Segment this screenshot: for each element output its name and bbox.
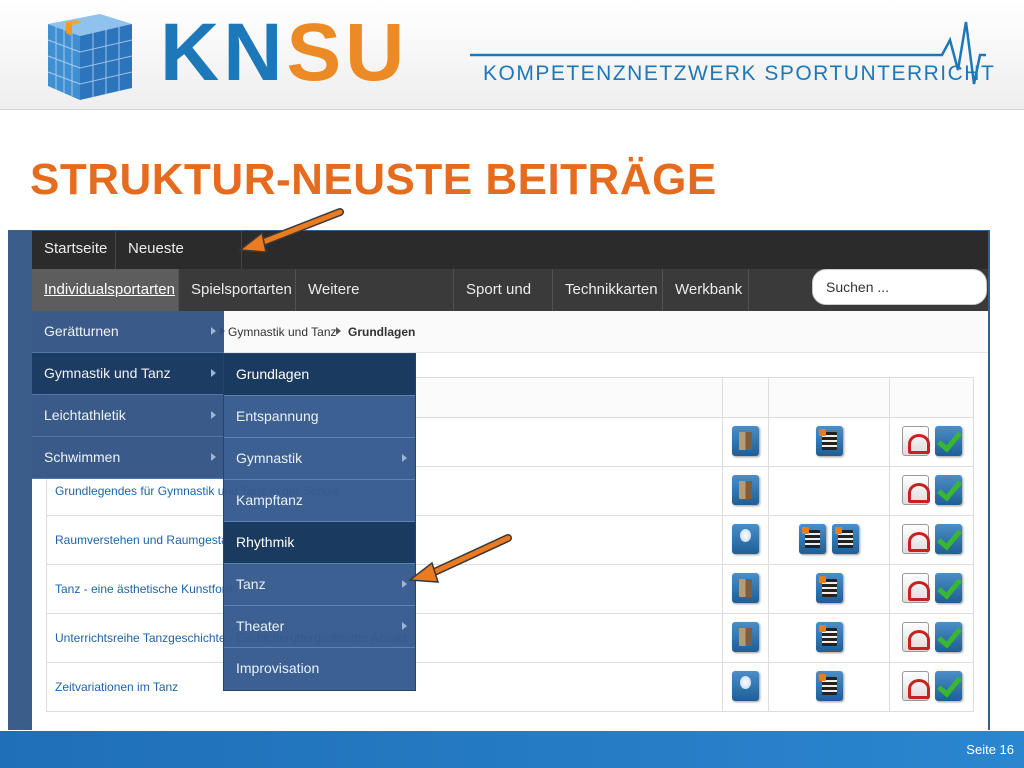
menu-item-label: Gerätturnen <box>44 323 119 339</box>
submenu-item-label: Rhythmik <box>236 534 295 550</box>
nav-startseite[interactable]: Startseite <box>32 231 116 269</box>
nav-spielsportarten[interactable]: Spielsportarten <box>179 269 296 311</box>
knsu-wordmark: KNSU <box>160 12 408 94</box>
caret-right-icon <box>211 327 216 335</box>
menu-item-gymnastik-und-tanz[interactable]: Gymnastik und Tanz <box>32 353 224 395</box>
material-box-icon[interactable] <box>732 573 759 603</box>
caret-right-icon <box>211 453 216 461</box>
submenu-item-kampftanz[interactable]: Kampftanz <box>224 480 415 522</box>
nav-individualsportarten[interactable]: Individualsportarten <box>32 269 179 311</box>
pdf-icon[interactable] <box>902 524 930 554</box>
menu-item-label: Leichtathletik <box>44 407 126 423</box>
caret-right-icon <box>402 454 407 462</box>
wordmark-kn: KN <box>160 7 287 98</box>
pdf-icon[interactable] <box>902 573 930 603</box>
video-icon[interactable] <box>816 573 843 603</box>
slide: KNSU KOMPETENZNETZWERK SPORTUNTERRICHT S… <box>0 0 1024 768</box>
submenu-item-label: Improvisation <box>236 660 320 676</box>
menu-item-label: Schwimmen <box>44 449 121 465</box>
breadcrumb-separator-icon <box>336 327 341 335</box>
slide-footer: Seite 16 <box>0 731 1024 768</box>
wordmark-su: SU <box>286 7 409 98</box>
knsu-tagline: KOMPETENZNETZWERK SPORTUNTERRICHT <box>483 62 996 85</box>
pdf-icon[interactable] <box>902 426 930 456</box>
nav-weitere-sportbereiche[interactable]: Weitere Sportbereiche <box>296 269 454 340</box>
menu-item-label: Gymnastik und Tanz <box>44 365 171 381</box>
caret-right-icon <box>211 411 216 419</box>
pdf-icon[interactable] <box>902 671 930 701</box>
column-divider <box>889 377 890 712</box>
dropdown-individualsportarten: Gerätturnen Gymnastik und Tanz Leichtath… <box>32 311 224 479</box>
pdf-icon[interactable] <box>902 475 930 505</box>
check-icon[interactable] <box>935 573 962 603</box>
column-divider <box>768 377 769 712</box>
row-title[interactable]: Zeitvariationen im Tanz <box>55 680 178 694</box>
video-icon[interactable] <box>816 426 843 456</box>
breadcrumb-item[interactable]: Gymnastik und Tanz <box>228 325 337 339</box>
search-input[interactable]: Suchen ... <box>812 269 987 305</box>
video-icon[interactable] <box>816 622 843 652</box>
row-title[interactable]: Tanz - eine ästhetische Kunstform <box>55 582 236 596</box>
knsu-cube-logo-icon <box>47 14 133 100</box>
submenu-item-improvisation[interactable]: Improvisation <box>224 648 415 690</box>
breadcrumb-current: Grundlagen <box>348 325 416 339</box>
submenu-item-grundlagen[interactable]: Grundlagen <box>224 354 415 396</box>
check-icon[interactable] <box>935 475 962 505</box>
column-divider <box>722 377 723 712</box>
video-icon[interactable] <box>816 671 843 701</box>
menu-item-schwimmen[interactable]: Schwimmen <box>32 437 224 479</box>
caret-right-icon <box>211 369 216 377</box>
submenu-item-rhythmik[interactable]: Rhythmik <box>224 522 415 564</box>
slide-header: KNSU KOMPETENZNETZWERK SPORTUNTERRICHT <box>0 0 1024 110</box>
dropdown-gymnastik-und-tanz: Grundlagen Entspannung Gymnastik Kampfta… <box>223 353 416 691</box>
material-box-icon[interactable] <box>732 426 759 456</box>
check-icon[interactable] <box>935 622 962 652</box>
menu-item-leichtathletik[interactable]: Leichtathletik <box>32 395 224 437</box>
submenu-item-label: Kampftanz <box>236 492 303 508</box>
submenu-item-entspannung[interactable]: Entspannung <box>224 396 415 438</box>
pdf-icon[interactable] <box>902 622 930 652</box>
material-box-icon[interactable] <box>732 622 759 652</box>
submenu-item-gymnastik[interactable]: Gymnastik <box>224 438 415 480</box>
check-icon[interactable] <box>935 671 962 701</box>
caret-right-icon <box>402 622 407 630</box>
submenu-item-label: Gymnastik <box>236 450 303 466</box>
check-icon[interactable] <box>935 426 962 456</box>
submenu-item-label: Tanz <box>236 576 266 592</box>
submenu-item-label: Theater <box>236 618 285 634</box>
nav-neueste-beitraege[interactable]: Neueste Beiträge <box>116 231 242 293</box>
idea-bulb-icon[interactable] <box>732 524 759 554</box>
top-nav-bar: Startseite Neueste Beiträge <box>32 231 988 293</box>
nav-technikkarten[interactable]: Technikkarten <box>553 269 663 311</box>
nav-sport-und[interactable]: Sport und ... <box>454 269 553 340</box>
annotation-arrow-icon <box>407 534 512 583</box>
submenu-item-label: Entspannung <box>236 408 319 424</box>
material-box-icon[interactable] <box>732 475 759 505</box>
page-number: Seite 16 <box>966 742 1014 757</box>
nav-werkbank[interactable]: Werkbank <box>663 269 749 311</box>
annotation-arrow-icon <box>237 208 344 253</box>
submenu-item-theater[interactable]: Theater <box>224 606 415 648</box>
video-icon[interactable] <box>832 524 859 554</box>
menu-item-geraetturnen[interactable]: Gerätturnen <box>32 311 224 353</box>
submenu-item-tanz[interactable]: Tanz <box>224 564 415 606</box>
video-icon[interactable] <box>799 524 826 554</box>
slide-title: STRUKTUR-NEUSTE BEITRÄGE <box>30 155 717 204</box>
submenu-item-label: Grundlagen <box>236 366 310 382</box>
check-icon[interactable] <box>935 524 962 554</box>
idea-bulb-icon[interactable] <box>732 671 759 701</box>
